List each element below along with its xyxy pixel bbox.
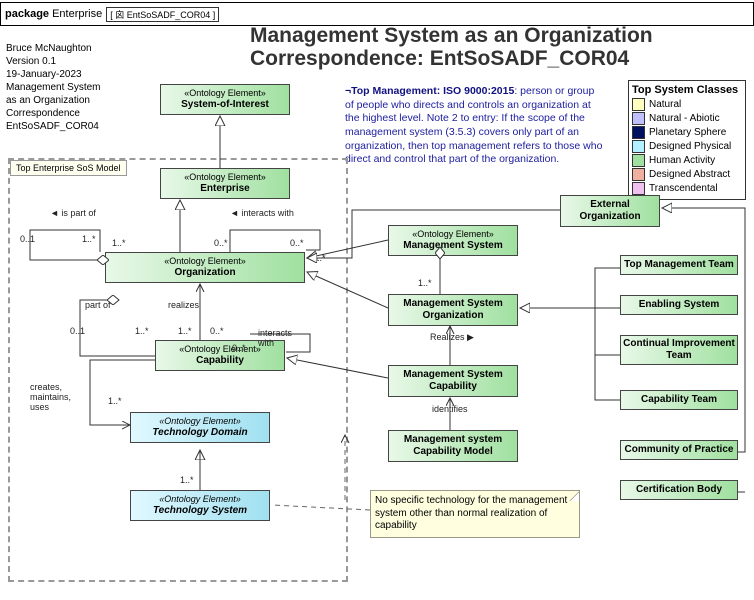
mult: 0..* — [214, 238, 228, 248]
mult: 0..* — [232, 343, 246, 353]
label-realizes: realizes — [168, 300, 199, 310]
label-identifies: identifies — [432, 404, 468, 414]
class-ct[interactable]: Capability Team — [620, 390, 738, 410]
class-external-org[interactable]: External Organization — [560, 195, 660, 227]
mult: 1..* — [418, 278, 432, 288]
class-mso[interactable]: Management System Organization — [388, 294, 518, 326]
diagram-title: Management System as an OrganizationCorr… — [250, 24, 653, 70]
mult: 0..* — [290, 238, 304, 248]
mult: 1..* — [108, 396, 122, 406]
class-cit[interactable]: Continual Improvement Team — [620, 335, 738, 365]
mult: 1..* — [312, 253, 326, 263]
mult: 1..* — [112, 238, 126, 248]
mult: 1..* — [135, 326, 149, 336]
class-cb[interactable]: Certification Body — [620, 480, 738, 500]
mult: 1..* — [82, 234, 96, 244]
class-organization[interactable]: «Ontology Element»Organization — [105, 252, 305, 283]
label-Realizes: Realizes ▶ — [430, 332, 474, 343]
technology-note: No specific technology for the managemen… — [370, 490, 580, 538]
top-management-definition: ¬Top Management: ISO 9000:2015: person o… — [345, 85, 605, 167]
legend: Top System Classes Natural Natural - Abi… — [628, 80, 746, 200]
label-is-part-of: ◄ is part of — [50, 208, 96, 218]
class-msc[interactable]: Management System Capability — [388, 365, 518, 397]
label-interacts2: interacts with — [258, 328, 302, 348]
label-interacts: ◄ interacts with — [230, 208, 294, 218]
class-mscm[interactable]: Management system Capability Model — [388, 430, 518, 462]
class-management-system[interactable]: «Ontology Element»Management System — [388, 225, 518, 256]
class-cop[interactable]: Community of Practice — [620, 440, 738, 460]
mult: 1..* — [178, 326, 192, 336]
class-tmt[interactable]: Top Management Team — [620, 255, 738, 275]
package-header: package Enterprise [ 囟 EntSoSADF_COR04 ] — [0, 2, 754, 26]
label-partof: part of — [85, 300, 111, 310]
class-system-of-interest[interactable]: «Ontology Element»System-of-Interest — [160, 84, 290, 115]
mult: 0..1 — [70, 326, 85, 336]
meta-block: Bruce McNaughton Version 0.1 19-January-… — [6, 42, 101, 133]
sos-frame-label: Top Enterprise SoS Model — [10, 160, 127, 176]
class-technology-system[interactable]: «Ontology Element»Technology System — [130, 490, 270, 521]
label-cmu: creates, maintains, uses — [30, 382, 80, 412]
mult: 1..* — [180, 475, 194, 485]
package-icon: [ 囟 EntSoSADF_COR04 ] — [106, 7, 219, 22]
class-technology-domain[interactable]: «Ontology Element»Technology Domain — [130, 412, 270, 443]
mult: 0..* — [210, 326, 224, 336]
class-enterprise[interactable]: «Ontology Element»Enterprise — [160, 168, 290, 199]
class-es[interactable]: Enabling System — [620, 295, 738, 315]
mult: 0..1 — [20, 234, 35, 244]
